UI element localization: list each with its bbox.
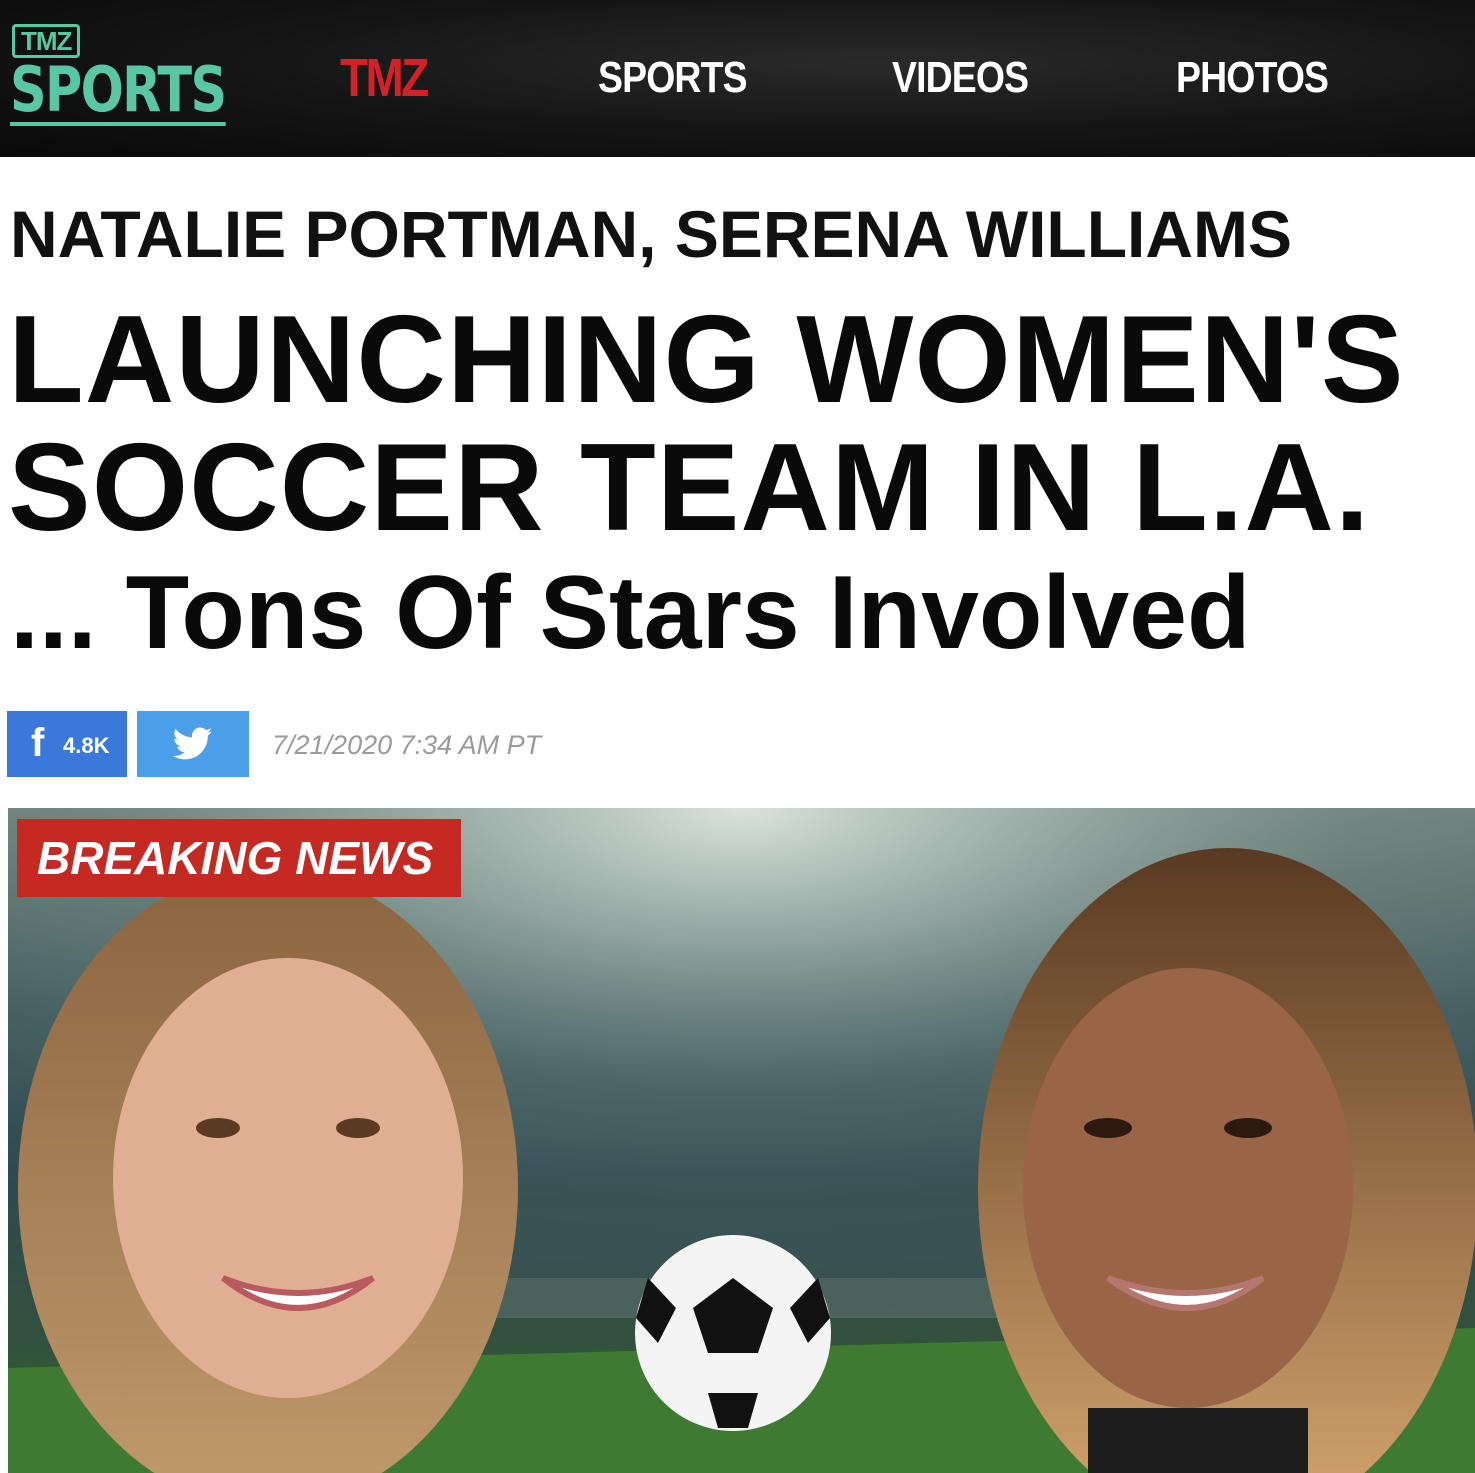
hero-image[interactable]: BREAKING NEWS: [8, 808, 1475, 1473]
article-headline: LAUNCHING WOMEN'S SOCCER TEAM IN L.A.: [8, 291, 1405, 557]
nav-sports-link[interactable]: SPORTS: [598, 48, 748, 108]
site-header: TMZ SPORTS TMZ SPORTS VIDEOS PHOTOS: [0, 0, 1475, 157]
nav-videos-link[interactable]: VIDEOS: [892, 48, 1029, 108]
article-subhead: ... Tons Of Stars Involved: [10, 555, 1251, 671]
facebook-share-count: 4.8K: [63, 733, 110, 758]
logo-sports-text: SPORTS: [10, 53, 227, 126]
facebook-share-button[interactable]: f 4.8K: [7, 711, 127, 777]
right-person-face: [1023, 968, 1353, 1408]
nav-tmz-link[interactable]: TMZ: [340, 48, 429, 108]
article-kicker: NATALIE PORTMAN, SERENA WILLIAMS: [10, 197, 1293, 271]
facebook-icon: f: [31, 721, 45, 765]
hero-photo-illustration: [8, 808, 1475, 1473]
article-timestamp: 7/21/2020 7:34 AM PT: [272, 730, 542, 760]
left-person-face: [113, 958, 463, 1398]
twitter-icon: [173, 727, 213, 760]
nav-photos-link[interactable]: PHOTOS: [1176, 48, 1329, 108]
twitter-share-button[interactable]: [137, 711, 249, 777]
tmz-sports-logo[interactable]: TMZ SPORTS: [10, 24, 252, 128]
breaking-news-badge: BREAKING NEWS: [17, 819, 461, 897]
soccer-ball: [635, 1235, 831, 1431]
